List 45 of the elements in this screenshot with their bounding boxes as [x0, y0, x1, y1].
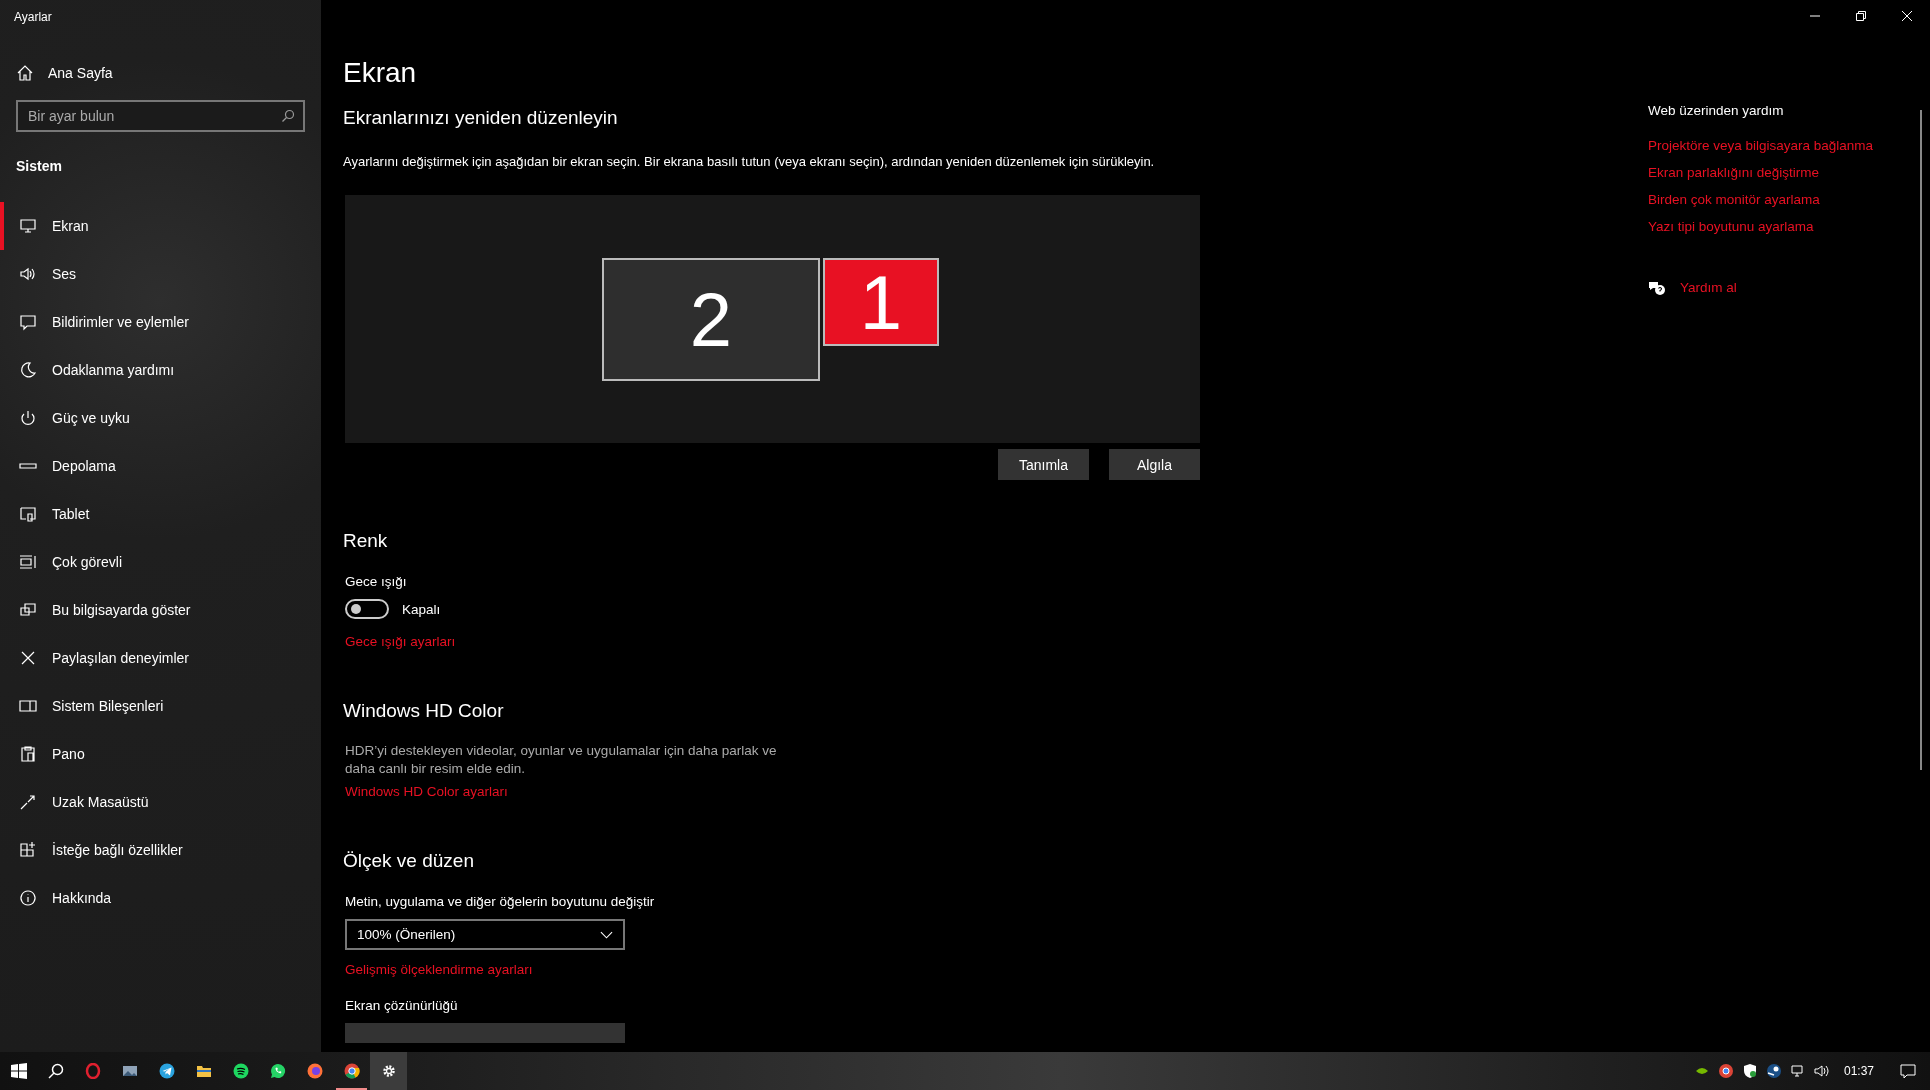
display-tile[interactable]: 2 — [602, 258, 820, 381]
nav-item[interactable]: Odaklanma yardımı — [0, 346, 321, 394]
setting-label: Gece ışığı — [345, 574, 408, 589]
window-title: Ayarlar — [13, 9, 53, 26]
home-link[interactable]: Ana Sayfa — [0, 62, 321, 84]
nav-item[interactable]: Tablet — [0, 490, 321, 538]
setting-label: Ekran çözünürlüğü — [345, 998, 459, 1013]
nav-item[interactable]: Sistem Bileşenleri — [0, 682, 321, 730]
clock[interactable]: 01:37 — [1843, 1064, 1874, 1078]
settings-link[interactable]: Gece ışığı ayarları — [345, 634, 456, 649]
help-link[interactable]: Ekran parlaklığını değiştirme — [1648, 159, 1898, 186]
help-link[interactable]: Birden çok monitör ayarlama — [1648, 186, 1898, 213]
nav-item[interactable]: İsteğe bağlı özellikler — [0, 826, 321, 874]
help-link[interactable]: Yazı tipi boyutunu ayarlama — [1648, 213, 1898, 240]
nav-item[interactable]: Uzak Masaüstü — [0, 778, 321, 826]
get-help-link[interactable]: Yardım al — [1680, 274, 1737, 301]
nav-item[interactable]: Depolama — [0, 442, 321, 490]
nav-item[interactable]: Güç ve uyku — [0, 394, 321, 442]
section-heading: Ölçek ve düzen — [343, 849, 475, 873]
nav-item[interactable]: Bu bilgisayarda göster — [0, 586, 321, 634]
section-heading: Ekranlarınızı yeniden düzenleyin — [343, 106, 619, 130]
section-heading: Renk — [343, 529, 389, 553]
toggle-state: Kapalı — [402, 601, 441, 617]
display-tile[interactable]: 1 — [823, 258, 939, 346]
detect-button[interactable]: Algıla — [1109, 449, 1200, 480]
description-text: HDR’yi destekleyen videolar, oyunlar ve uygulamalar için daha parlak ve daha canlı bir resim elde edin. — [345, 742, 778, 778]
nav-item[interactable]: Hakkında — [0, 874, 321, 922]
section-heading: Windows HD Color — [343, 699, 505, 723]
nav-item[interactable]: Ses — [0, 250, 321, 298]
nav-item[interactable]: Bildirimler ve eylemler — [0, 298, 321, 346]
nav-item[interactable]: Pano — [0, 730, 321, 778]
nav-item[interactable]: Paylaşılan deneyimler — [0, 634, 321, 682]
nav-item[interactable]: Çok görevli — [0, 538, 321, 586]
identify-button[interactable]: Tanımla — [998, 449, 1089, 480]
setting-label: Metin, uygulama ve diğer öğelerin boyutunu değiştir — [345, 894, 656, 909]
settings-link[interactable]: Windows HD Color ayarları — [345, 784, 508, 799]
settings-link[interactable]: Gelişmiş ölçeklendirme ayarları — [345, 962, 533, 977]
nav-item[interactable]: Ekran — [0, 202, 321, 250]
help-heading: Web üzerinden yardım — [1648, 103, 1785, 118]
scale-dropdown[interactable]: 100% (Önerilen) — [345, 919, 625, 950]
search-field[interactable]: Bir ayar bulun — [16, 100, 305, 132]
description-text: Ayarlarını değiştirmek için aşağıdan bir ekran seçin. Bir ekrana basılı tutun (veya ekranı seçin), ardından yeniden düzenlemek için sürükleyin. — [343, 153, 1156, 171]
page-title: Ekran — [343, 56, 418, 90]
section-heading: Sistem — [15, 158, 63, 174]
help-link[interactable]: Projektöre veya bilgisayara bağlanma — [1648, 132, 1898, 159]
